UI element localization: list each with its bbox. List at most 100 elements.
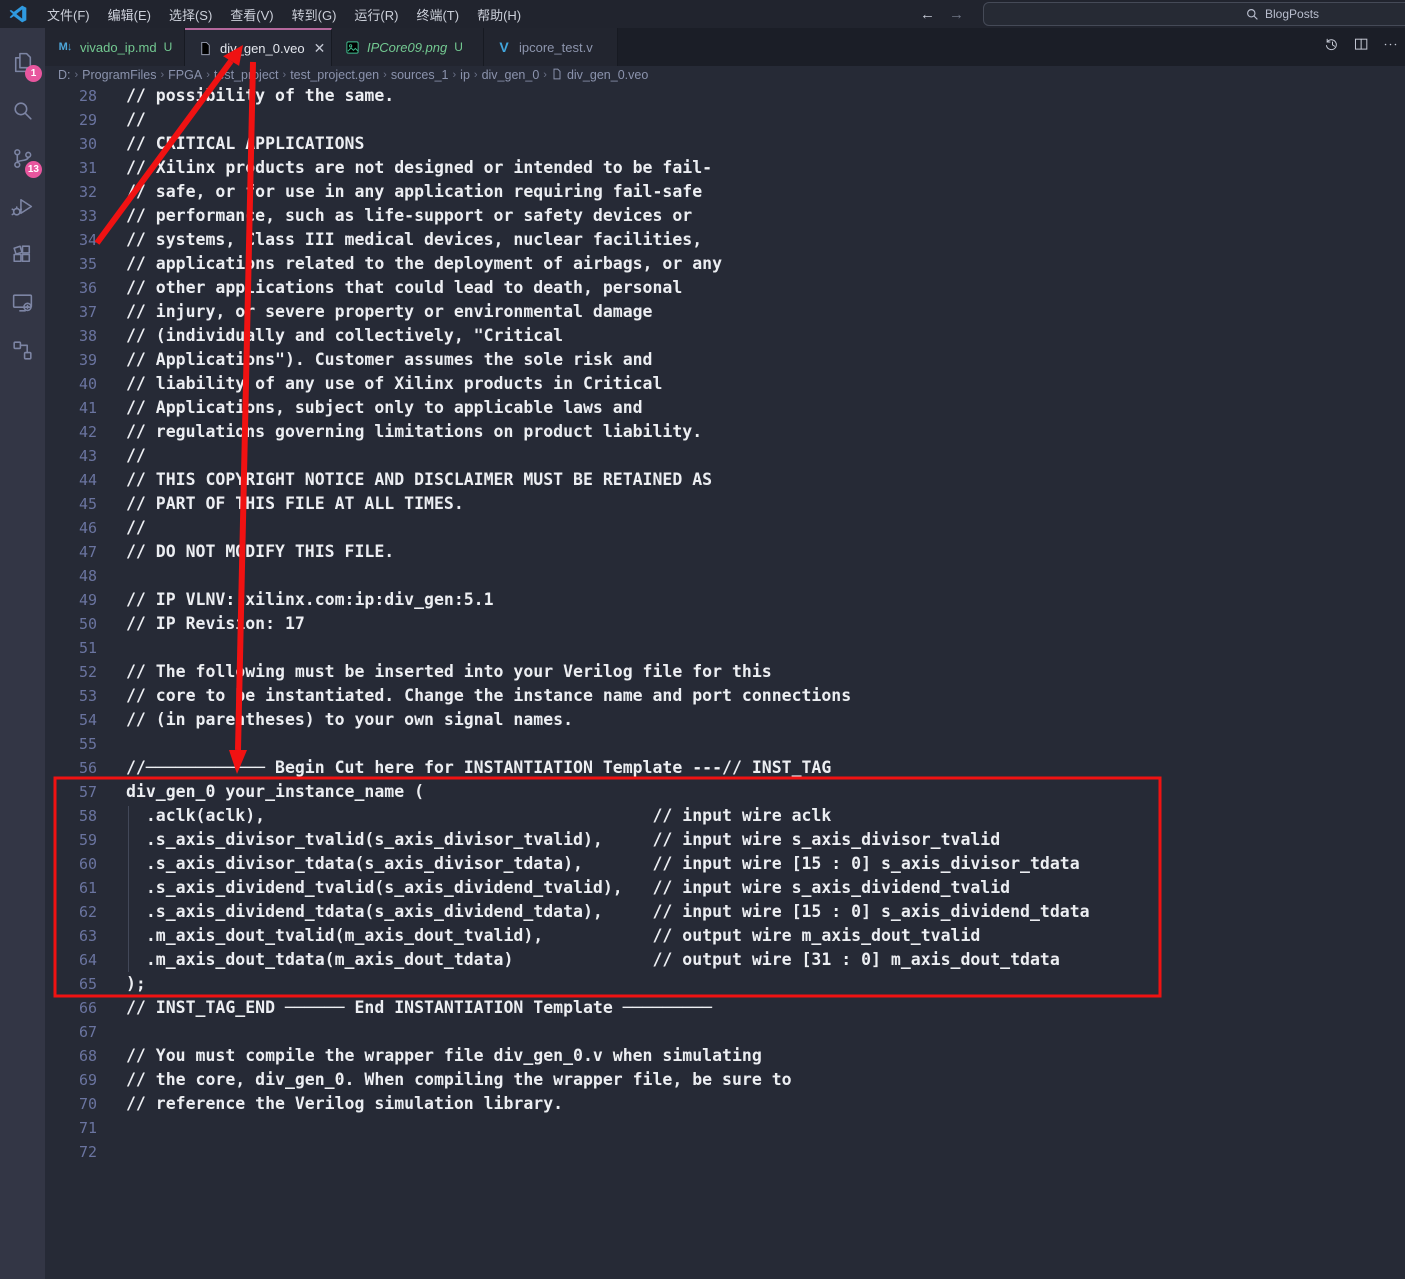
verilog-icon: V xyxy=(499,39,508,55)
editor-actions xyxy=(1324,28,1399,66)
line-number: 50 xyxy=(45,612,97,636)
split-editor-icon[interactable] xyxy=(1353,36,1370,58)
activity-item-source-control[interactable]: 13 xyxy=(0,134,45,182)
breadcrumb-segment[interactable]: D: xyxy=(58,68,71,82)
code-text: // other applications that could lead to… xyxy=(97,276,682,300)
command-center-search[interactable]: BlogPosts xyxy=(983,2,1405,26)
tab-strip: M↓vivado_ip.mdUdiv_gen_0.veo✕IPCore09.pn… xyxy=(45,28,1405,66)
split-editor-icon xyxy=(1353,36,1370,53)
menu-s[interactable]: 选择(S) xyxy=(160,0,221,28)
activity-item-extensions[interactable] xyxy=(0,230,45,278)
code-text: .s_axis_dividend_tvalid(s_axis_dividend_… xyxy=(97,876,1010,900)
tab-vivado_ip-md[interactable]: M↓vivado_ip.mdU xyxy=(45,28,185,66)
tab-label: ipcore_test.v xyxy=(519,40,593,55)
line-number: 69 xyxy=(45,1068,97,1092)
code-line-53: 53// core to be instantiated. Change the… xyxy=(45,684,1405,708)
activity-item-remote-explorer[interactable] xyxy=(0,278,45,326)
code-text: // PART OF THIS FILE AT ALL TIMES. xyxy=(97,492,464,516)
history-icon[interactable] xyxy=(1324,36,1341,58)
code-text: .s_axis_divisor_tvalid(s_axis_divisor_tv… xyxy=(97,828,1000,852)
breadcrumb-segment[interactable]: test_project xyxy=(214,68,279,82)
code-text: // xyxy=(97,516,146,540)
breadcrumb[interactable]: D:›ProgramFiles›FPGA›test_project›test_p… xyxy=(45,66,1405,84)
nav-forward-icon[interactable]: → xyxy=(949,7,964,22)
close-icon[interactable]: ✕ xyxy=(314,40,326,57)
breadcrumb-segment[interactable]: test_project.gen xyxy=(290,68,379,82)
editor-group: M↓vivado_ip.mdUdiv_gen_0.veo✕IPCore09.pn… xyxy=(45,28,1405,1279)
code-line-71: 71 xyxy=(45,1116,1405,1140)
code-text: // possibility of the same. xyxy=(97,84,394,108)
menu-h[interactable]: 帮助(H) xyxy=(468,0,530,28)
code-text: .m_axis_dout_tvalid(m_axis_dout_tvalid),… xyxy=(97,924,980,948)
breadcrumb-segment[interactable]: ProgramFiles xyxy=(82,68,156,82)
line-number: 29 xyxy=(45,108,97,132)
code-line-36: 36// other applications that could lead … xyxy=(45,276,1405,300)
menu-r[interactable]: 运行(R) xyxy=(345,0,407,28)
menu-g[interactable]: 转到(G) xyxy=(283,0,346,28)
code-text: .s_axis_divisor_tdata(s_axis_divisor_tda… xyxy=(97,852,1080,876)
activity-item-search[interactable] xyxy=(0,86,45,134)
breadcrumb-file[interactable]: div_gen_0.veo xyxy=(567,68,648,82)
line-number: 65 xyxy=(45,972,97,996)
menu-bar: 文件(F)编辑(E)选择(S)查看(V)转到(G)运行(R)终端(T)帮助(H) xyxy=(38,0,530,28)
code-text: // the core, div_gen_0. When compiling t… xyxy=(97,1068,792,1092)
git-status-flag: U xyxy=(164,40,173,54)
line-number: 51 xyxy=(45,636,97,660)
menu-t[interactable]: 终端(T) xyxy=(407,0,468,28)
line-number: 62 xyxy=(45,900,97,924)
code-text: // reference the Verilog simulation libr… xyxy=(97,1092,563,1116)
breadcrumb-segment[interactable]: sources_1 xyxy=(391,68,449,82)
line-number: 31 xyxy=(45,156,97,180)
code-text: div_gen_0 your_instance_name ( xyxy=(97,780,424,804)
tab-div_gen_0-veo[interactable]: div_gen_0.veo✕ xyxy=(185,28,332,66)
code-text: .aclk(aclk), // input wire aclk xyxy=(97,804,831,828)
code-text: // DO NOT MODIFY THIS FILE. xyxy=(97,540,394,564)
line-number: 34 xyxy=(45,228,97,252)
activity-item-run-debug[interactable] xyxy=(0,182,45,230)
code-line-65: 65); xyxy=(45,972,1405,996)
code-text: // liability of any use of Xilinx produc… xyxy=(97,372,662,396)
code-text: // (in parentheses) to your own signal n… xyxy=(97,708,573,732)
menu-e[interactable]: 编辑(E) xyxy=(99,0,160,28)
code-line-48: 48 xyxy=(45,564,1405,588)
line-number: 45 xyxy=(45,492,97,516)
chevron-right-icon: › xyxy=(543,69,547,81)
search-icon xyxy=(10,98,35,123)
activity-item-explorer[interactable]: 1 xyxy=(0,38,45,86)
line-number: 57 xyxy=(45,780,97,804)
code-text: // performance, such as life-support or … xyxy=(97,204,692,228)
line-number: 67 xyxy=(45,1020,97,1044)
tab-ipcore_test-v[interactable]: Vipcore_test.v xyxy=(484,28,618,66)
breadcrumb-segment[interactable]: FPGA xyxy=(168,68,202,82)
tab-ipcore09-png[interactable]: IPCore09.png U xyxy=(332,28,484,66)
code-line-52: 52// The following must be inserted into… xyxy=(45,660,1405,684)
line-number: 42 xyxy=(45,420,97,444)
line-number: 52 xyxy=(45,660,97,684)
line-number: 68 xyxy=(45,1044,97,1068)
breadcrumb-segment[interactable]: div_gen_0 xyxy=(482,68,540,82)
line-number: 40 xyxy=(45,372,97,396)
code-line-30: 30// CRITICAL APPLICATIONS xyxy=(45,132,1405,156)
code-text: // You must compile the wrapper file div… xyxy=(97,1044,762,1068)
vscode-logo-icon xyxy=(8,4,28,24)
breadcrumb-segment[interactable]: ip xyxy=(460,68,470,82)
more-actions-icon[interactable] xyxy=(1382,36,1399,58)
code-text: // regulations governing limitations on … xyxy=(97,420,702,444)
menu-f[interactable]: 文件(F) xyxy=(38,0,99,28)
code-line-29: 29// xyxy=(45,108,1405,132)
indent-guide xyxy=(128,806,129,972)
chevron-right-icon: › xyxy=(75,69,79,81)
line-number: 43 xyxy=(45,444,97,468)
chevron-right-icon: › xyxy=(474,69,478,81)
code-editor[interactable]: 28// possibility of the same.29//30// CR… xyxy=(45,84,1405,1279)
tab-label: IPCore09.png xyxy=(367,40,447,55)
menu-v[interactable]: 查看(V) xyxy=(221,0,282,28)
git-status-flag: U xyxy=(454,40,463,54)
file-icon xyxy=(198,41,213,56)
code-line-54: 54// (in parentheses) to your own signal… xyxy=(45,708,1405,732)
code-line-60: 60 .s_axis_divisor_tdata(s_axis_divisor_… xyxy=(45,852,1405,876)
activity-item-hierarchy[interactable] xyxy=(0,326,45,374)
line-number: 66 xyxy=(45,996,97,1020)
nav-back-icon[interactable]: ← xyxy=(920,7,935,22)
code-line-35: 35// applications related to the deploym… xyxy=(45,252,1405,276)
